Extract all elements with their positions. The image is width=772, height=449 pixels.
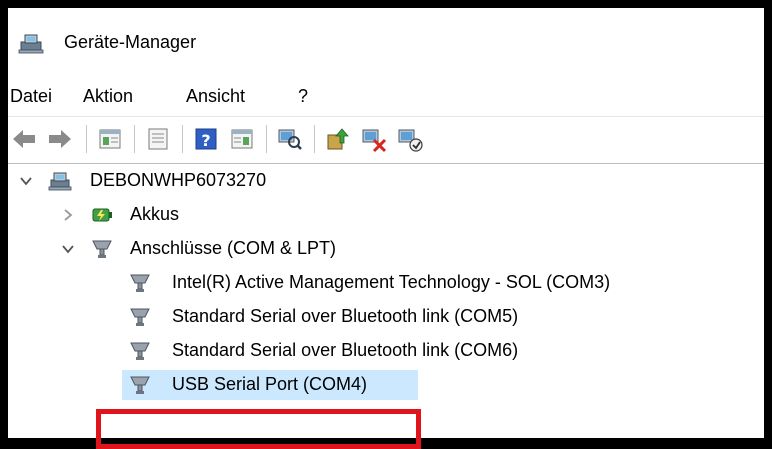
port-icon xyxy=(130,274,150,292)
scan-hardware-icon[interactable] xyxy=(276,125,304,153)
tree-device-row[interactable]: Intel(R) Active Management Technology - … xyxy=(8,266,764,300)
device-tree: DEBONWHP6073270 Akkus Anschlüsse (COM & … xyxy=(8,164,764,438)
update-driver-icon[interactable] xyxy=(324,125,352,153)
action-pane-icon[interactable] xyxy=(228,125,256,153)
port-icon xyxy=(130,308,150,326)
tree-device-row-selected[interactable]: USB Serial Port (COM4) xyxy=(8,368,764,402)
port-icon xyxy=(92,240,112,258)
battery-icon xyxy=(92,208,112,222)
tree-category-label: Anschlüsse (COM & LPT) xyxy=(130,238,337,258)
computer-icon xyxy=(48,172,72,191)
arrow-left-icon[interactable] xyxy=(10,125,38,153)
title-bar: Geräte-Manager xyxy=(8,8,764,74)
tree-device-label: Intel(R) Active Management Technology - … xyxy=(172,272,611,292)
port-icon xyxy=(130,342,150,360)
properties-icon[interactable] xyxy=(144,125,172,153)
chevron-down-icon[interactable] xyxy=(18,173,34,189)
toolbar-separator xyxy=(86,125,87,153)
window-title: Geräte-Manager xyxy=(64,32,197,52)
tree-device-label: Standard Serial over Bluetooth link (COM… xyxy=(172,340,519,360)
screenshot-frame: Geräte-Manager Datei Aktion Ansicht ? ? … xyxy=(0,0,772,449)
tree-root[interactable]: DEBONWHP6073270 xyxy=(8,164,764,198)
toolbar-separator xyxy=(266,125,267,153)
tree-category-ports[interactable]: Anschlüsse (COM & LPT) xyxy=(8,232,764,266)
svg-text:?: ? xyxy=(201,131,210,150)
tree-device-row[interactable]: Standard Serial over Bluetooth link (COM… xyxy=(8,300,764,334)
device-manager-icon xyxy=(18,34,44,54)
uninstall-device-icon[interactable] xyxy=(360,125,388,153)
arrow-right-icon[interactable] xyxy=(46,125,74,153)
console-tree-icon[interactable] xyxy=(96,125,124,153)
tree-device-label: USB Serial Port (COM4) xyxy=(172,374,368,394)
menu-datei[interactable]: Datei xyxy=(10,86,52,107)
menu-bar: Datei Aktion Ansicht ? xyxy=(8,74,764,117)
menu-aktion[interactable]: Aktion xyxy=(83,86,133,107)
toolbar-separator xyxy=(314,125,315,153)
chevron-down-icon[interactable] xyxy=(60,241,76,257)
toolbar-separator xyxy=(134,125,135,153)
toolbar: ? xyxy=(8,117,764,164)
menu-help[interactable]: ? xyxy=(298,86,308,107)
tree-device-label: Standard Serial over Bluetooth link (COM… xyxy=(172,306,519,326)
chevron-right-icon[interactable] xyxy=(60,207,76,223)
tree-root-label: DEBONWHP6073270 xyxy=(90,170,267,190)
menu-ansicht[interactable]: Ansicht xyxy=(186,86,245,107)
annotation-highlight-box xyxy=(96,409,421,449)
device-manager-window: Geräte-Manager Datei Aktion Ansicht ? ? … xyxy=(8,8,764,438)
enable-device-icon[interactable] xyxy=(396,125,424,153)
help-icon[interactable]: ? xyxy=(192,125,220,153)
toolbar-separator xyxy=(182,125,183,153)
tree-category-akkus[interactable]: Akkus xyxy=(8,198,764,232)
tree-category-label: Akkus xyxy=(130,204,180,224)
port-icon xyxy=(130,376,150,394)
tree-device-row[interactable]: Standard Serial over Bluetooth link (COM… xyxy=(8,334,764,368)
